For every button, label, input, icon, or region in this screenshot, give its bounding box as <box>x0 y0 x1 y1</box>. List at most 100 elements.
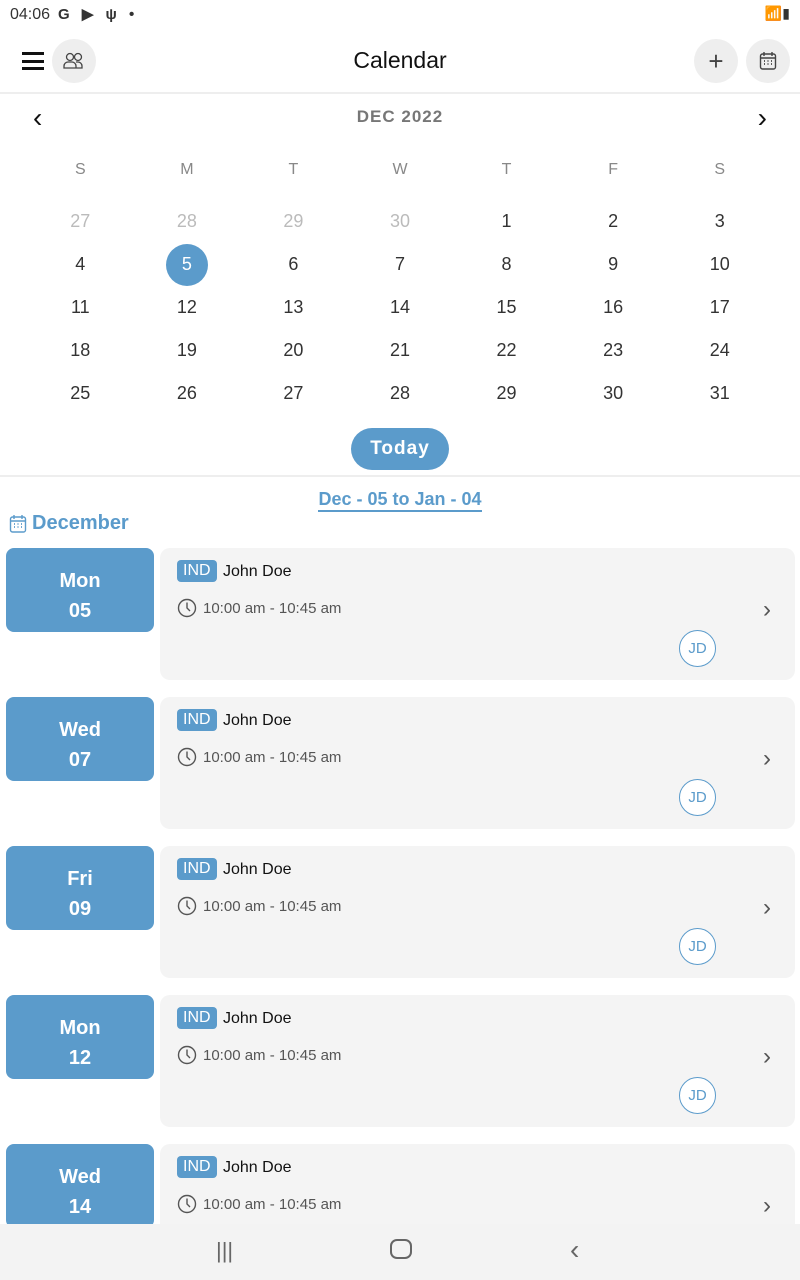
day-number: 3 <box>714 211 725 231</box>
event-item[interactable]: Fri 09 IND John Doe 10:00 am - 10:45 am › J… <box>0 846 800 978</box>
day-cell[interactable]: 12 <box>134 286 241 329</box>
status-bar: 04:06 G ▶ ψ • 📶▮ <box>0 0 800 30</box>
day-cell[interactable]: 23 <box>560 329 667 372</box>
day-number: 22 <box>496 340 517 360</box>
day-cell[interactable]: 13 <box>240 286 347 329</box>
day-number: 25 <box>70 383 91 403</box>
day-cell[interactable]: 27 <box>27 200 134 243</box>
event-client-name: John Doe <box>223 861 292 878</box>
day-number: 10 <box>709 254 730 274</box>
day-cell[interactable]: 28 <box>134 200 241 243</box>
day-number: 20 <box>283 340 304 360</box>
event-item[interactable]: Wed 07 IND John Doe 10:00 am - 10:45 am › J… <box>0 697 800 829</box>
day-number: 2 <box>608 211 619 231</box>
event-date-box: Mon 12 <box>6 995 154 1079</box>
event-weekday: Mon <box>59 1017 101 1039</box>
day-cell[interactable]: 25 <box>27 372 134 415</box>
chevron-right-icon[interactable]: › <box>763 894 771 922</box>
event-time: 10:00 am - 10:45 am <box>203 748 342 766</box>
day-cell[interactable]: 29 <box>453 372 560 415</box>
event-type-badge: IND <box>177 1007 217 1029</box>
event-client-name: John Doe <box>223 712 292 729</box>
day-cell[interactable]: 6 <box>240 243 347 286</box>
day-cell[interactable]: 8 <box>453 243 560 286</box>
day-number: 31 <box>709 383 730 403</box>
day-number: 7 <box>394 254 405 274</box>
day-cell-selected[interactable]: 5 <box>134 243 241 286</box>
page-title: Calendar <box>353 47 447 73</box>
day-cell[interactable]: 30 <box>347 200 454 243</box>
home-button[interactable] <box>390 1239 412 1259</box>
event-item[interactable]: Mon 05 IND John Doe 10:00 am - 10:45 am › J… <box>0 548 800 680</box>
event-card[interactable]: IND John Doe 10:00 am - 10:45 am › JD <box>160 995 795 1127</box>
avatar: JD <box>679 928 716 965</box>
day-cell[interactable]: 27 <box>240 372 347 415</box>
notification-icons: G ▶ ψ • <box>58 6 139 23</box>
day-number: 13 <box>283 297 304 317</box>
event-time-row: 10:00 am - 10:45 am <box>177 1045 341 1065</box>
date-range-link[interactable]: Dec - 05 to Jan - 04 <box>318 489 482 512</box>
back-button[interactable]: ‹ <box>570 1234 579 1266</box>
event-card[interactable]: IND John Doe 10:00 am - 10:45 am › JD <box>160 548 795 680</box>
day-cell[interactable]: 9 <box>560 243 667 286</box>
day-number: 6 <box>288 254 299 274</box>
month-navigation: ‹ DEC 2022 › <box>0 100 800 136</box>
day-cell[interactable]: 26 <box>134 372 241 415</box>
weekday-header: W <box>392 161 408 178</box>
calendar-view-button[interactable] <box>746 39 790 83</box>
day-cell[interactable]: 22 <box>453 329 560 372</box>
event-weekday: Wed <box>59 1166 101 1188</box>
day-cell[interactable]: 10 <box>666 243 773 286</box>
chevron-right-icon[interactable]: › <box>763 1043 771 1071</box>
event-weekday: Wed <box>59 719 101 741</box>
day-cell[interactable]: 4 <box>27 243 134 286</box>
event-date-box: Fri 09 <box>6 846 154 930</box>
recent-apps-button[interactable]: ||| <box>216 1238 233 1264</box>
add-button[interactable]: + <box>694 39 738 83</box>
day-number: 14 <box>389 297 410 317</box>
day-cell[interactable]: 15 <box>453 286 560 329</box>
chevron-right-icon[interactable]: › <box>763 596 771 624</box>
day-number: 15 <box>496 297 517 317</box>
weekday-header: T <box>501 161 512 178</box>
app-header: Calendar + <box>0 36 800 94</box>
day-cell[interactable]: 30 <box>560 372 667 415</box>
next-month-button[interactable]: › <box>758 102 767 134</box>
day-cell[interactable]: 28 <box>347 372 454 415</box>
chevron-right-icon[interactable]: › <box>763 1192 771 1220</box>
event-time-row: 10:00 am - 10:45 am <box>177 598 341 618</box>
day-cell[interactable]: 2 <box>560 200 667 243</box>
today-button[interactable]: Today <box>351 428 449 470</box>
event-client-name: John Doe <box>223 563 292 580</box>
day-cell[interactable]: 20 <box>240 329 347 372</box>
event-card[interactable]: IND John Doe 10:00 am - 10:45 am › JD <box>160 846 795 978</box>
day-number: 26 <box>176 383 197 403</box>
day-cell[interactable]: 3 <box>666 200 773 243</box>
day-number: 8 <box>501 254 512 274</box>
day-cell[interactable]: 24 <box>666 329 773 372</box>
day-number: 9 <box>608 254 619 274</box>
date-range[interactable]: Dec - 05 to Jan - 04 <box>0 489 800 512</box>
day-cell[interactable]: 1 <box>453 200 560 243</box>
chevron-right-icon[interactable]: › <box>763 745 771 773</box>
day-cell[interactable]: 18 <box>27 329 134 372</box>
event-weekday: Mon <box>59 570 101 592</box>
day-cell[interactable]: 17 <box>666 286 773 329</box>
day-number: 27 <box>283 383 304 403</box>
day-cell[interactable]: 21 <box>347 329 454 372</box>
clock-icon <box>177 896 197 916</box>
day-cell[interactable]: 31 <box>666 372 773 415</box>
event-time: 10:00 am - 10:45 am <box>203 1046 342 1064</box>
event-time-row: 10:00 am - 10:45 am <box>177 896 341 916</box>
day-cell[interactable]: 29 <box>240 200 347 243</box>
event-item[interactable]: Mon 12 IND John Doe 10:00 am - 10:45 am › J… <box>0 995 800 1127</box>
day-number: 23 <box>603 340 624 360</box>
day-cell[interactable]: 19 <box>134 329 241 372</box>
day-cell[interactable]: 11 <box>27 286 134 329</box>
day-cell[interactable]: 16 <box>560 286 667 329</box>
day-number: 29 <box>496 383 517 403</box>
event-card[interactable]: IND John Doe 10:00 am - 10:45 am › JD <box>160 697 795 829</box>
clock-icon <box>177 598 197 618</box>
day-cell[interactable]: 14 <box>347 286 454 329</box>
day-cell[interactable]: 7 <box>347 243 454 286</box>
